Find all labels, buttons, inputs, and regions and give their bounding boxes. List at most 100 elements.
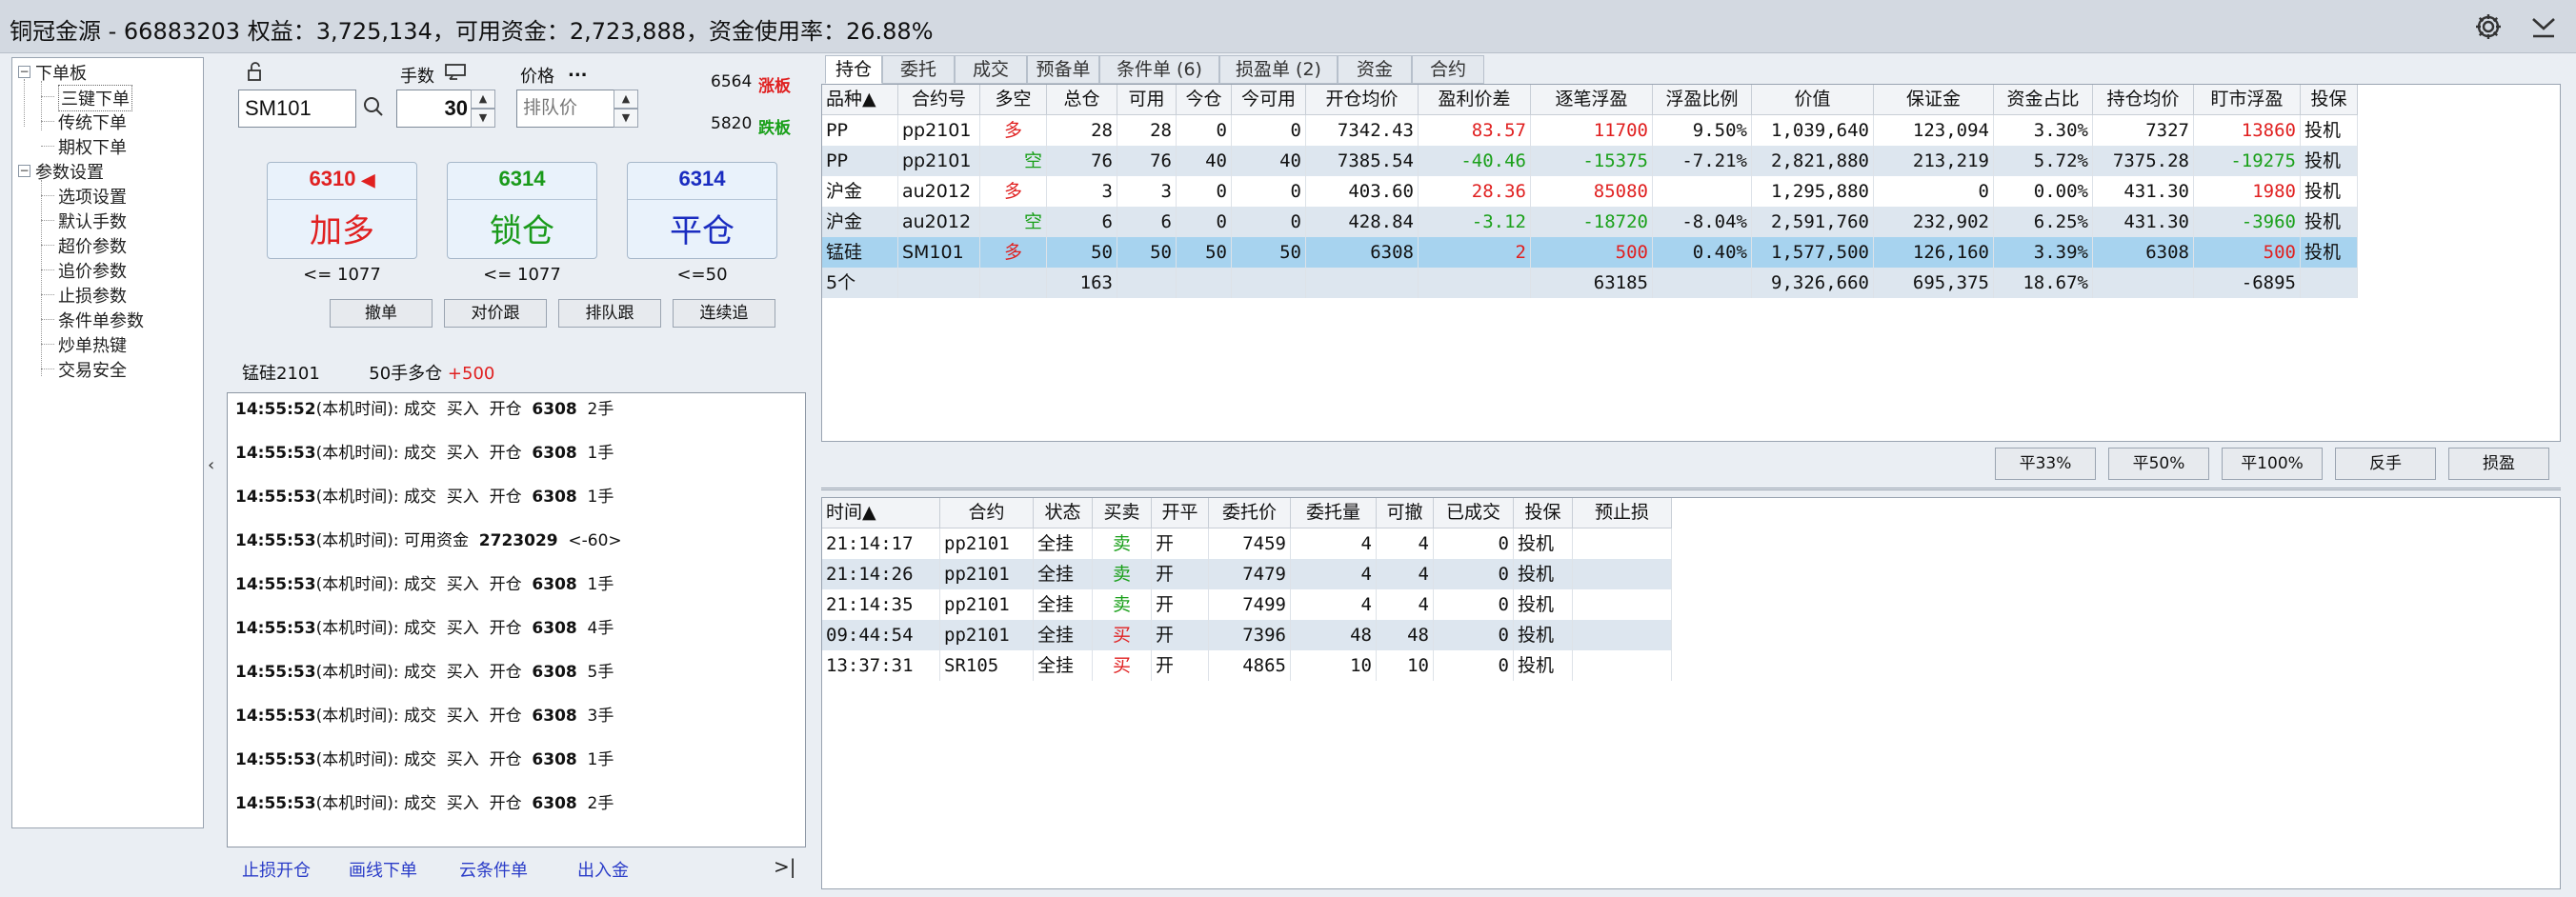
column-header[interactable]: 合约号 (898, 85, 980, 115)
table-cell: 28 (1117, 115, 1177, 146)
column-header[interactable]: 品种▲ (822, 85, 898, 115)
log-time: 14:55:53 (235, 794, 316, 813)
reset-qty-icon[interactable] (444, 63, 469, 82)
queue-follow-button[interactable]: 排队跟 (558, 299, 661, 328)
column-header[interactable]: 买卖 (1093, 498, 1152, 528)
column-header[interactable]: 已成交 (1434, 498, 1514, 528)
qty-up-button[interactable]: ▲ (471, 90, 495, 109)
cloud-conditional-link[interactable]: 云条件单 (459, 857, 528, 882)
column-header[interactable]: 投保 (1514, 498, 1573, 528)
unlock-icon[interactable] (246, 61, 267, 82)
close-position-button[interactable]: 6314 平仓 (627, 162, 777, 259)
column-header[interactable]: 可用 (1117, 85, 1177, 115)
symbol-input[interactable]: SM101 (238, 90, 356, 128)
search-icon[interactable] (362, 95, 387, 120)
take-profit-stop-loss-button[interactable]: 损盈 (2448, 448, 2549, 480)
table-cell: 50 (1117, 237, 1177, 268)
tree-item-default-qty[interactable]: 默认手数 (58, 209, 127, 233)
close-33-button[interactable]: 平33% (1995, 448, 2096, 480)
tree-item-options[interactable]: 期权下单 (58, 134, 127, 159)
table-cell: 0 (1434, 528, 1514, 559)
column-header[interactable]: 价值 (1752, 85, 1874, 115)
table-cell: 500 (1531, 237, 1653, 268)
lock-position-button[interactable]: 6314 锁仓 (447, 162, 597, 259)
qty-input[interactable]: 30 (396, 90, 476, 128)
tab-6[interactable]: 资金 (1338, 55, 1412, 84)
table-cell: 全挂 (1034, 528, 1093, 559)
qty-down-button[interactable]: ▼ (471, 109, 495, 128)
tree-item-security[interactable]: 交易安全 (58, 357, 127, 382)
tree-item-over-price[interactable]: 超价参数 (58, 233, 127, 258)
tree-item-traditional[interactable]: 传统下单 (58, 110, 127, 134)
tree-item-chase-price[interactable]: 追价参数 (58, 258, 127, 283)
line-order-link[interactable]: 画线下单 (349, 857, 417, 882)
tab-7[interactable]: 合约 (1412, 55, 1484, 84)
column-header[interactable]: 盈利价差 (1419, 85, 1531, 115)
table-cell: 0.40% (1653, 237, 1752, 268)
column-header[interactable]: 浮盈比例 (1653, 85, 1752, 115)
tab-1[interactable]: 委托 (882, 55, 955, 84)
column-header[interactable]: 可撤 (1377, 498, 1434, 528)
table-cell: 4 (1377, 528, 1434, 559)
column-header[interactable]: 投保 (2301, 85, 2358, 115)
tab-2[interactable]: 成交 (955, 55, 1027, 84)
tab-5[interactable]: 损盈单 (2) (1219, 55, 1338, 84)
collapse-toggle-icon[interactable]: − (18, 66, 30, 78)
tree-item-options-setting[interactable]: 选项设置 (58, 184, 127, 209)
collapse-left-icon[interactable]: ‹ (208, 455, 214, 475)
table-cell: -6895 (2194, 268, 2301, 298)
buy-long-button[interactable]: 6310 ◀ 加多 (267, 162, 417, 259)
continuous-chase-button[interactable]: 连续追 (673, 299, 775, 328)
gear-icon[interactable] (2473, 11, 2504, 42)
log-price: 6308 (532, 794, 577, 813)
column-header[interactable]: 逐笔浮盈 (1531, 85, 1653, 115)
column-header[interactable]: 多空 (980, 85, 1047, 115)
tree-group-order-board[interactable]: 下单板 (35, 60, 87, 85)
column-header[interactable]: 今仓 (1177, 85, 1232, 115)
column-header[interactable]: 盯市浮盈 (2194, 85, 2301, 115)
column-header[interactable]: 预止损 (1573, 498, 1672, 528)
scroll-end-icon[interactable]: >| (774, 855, 796, 878)
tree-item-conditional[interactable]: 条件单参数 (58, 308, 144, 332)
divider (821, 488, 2561, 490)
column-header[interactable]: 时间▲ (822, 498, 940, 528)
table-cell: au2012 (898, 207, 980, 237)
column-header[interactable]: 合约 (940, 498, 1034, 528)
column-header[interactable]: 今可用 (1232, 85, 1306, 115)
tree-item-three-key[interactable]: 三键下单 (58, 85, 132, 111)
collapse-toggle-icon[interactable]: − (18, 165, 30, 177)
tree-item-hotkeys[interactable]: 炒单热键 (58, 332, 127, 357)
counter-follow-button[interactable]: 对价跟 (444, 299, 547, 328)
column-header[interactable]: 保证金 (1874, 85, 1994, 115)
log-price: 6308 (532, 400, 577, 419)
column-header[interactable]: 委托价 (1209, 498, 1291, 528)
column-header[interactable]: 委托量 (1291, 498, 1377, 528)
table-cell: 21:14:17 (822, 528, 940, 559)
tab-4[interactable]: 条件单 (6) (1099, 55, 1219, 84)
collapse-icon[interactable] (2528, 11, 2559, 42)
tab-0[interactable]: 持仓 (825, 55, 882, 84)
column-header[interactable]: 开平 (1152, 498, 1209, 528)
log-qty: 1手 (587, 575, 614, 594)
stop-loss-open-link[interactable]: 止损开仓 (242, 857, 311, 882)
column-header[interactable]: 资金占比 (1994, 85, 2093, 115)
close-50-button[interactable]: 平50% (2108, 448, 2209, 480)
column-header[interactable]: 总仓 (1047, 85, 1117, 115)
tree-group-params[interactable]: 参数设置 (35, 159, 104, 184)
transfer-funds-link[interactable]: 出入金 (577, 857, 629, 882)
reverse-button[interactable]: 反手 (2335, 448, 2436, 480)
close-100-button[interactable]: 平100% (2222, 448, 2323, 480)
table-cell: 投机 (1514, 589, 1573, 620)
price-more-button[interactable]: ... (568, 61, 588, 81)
tab-3[interactable]: 预备单 (1027, 55, 1099, 84)
table-cell: 6.25% (1994, 207, 2093, 237)
price-up-button[interactable]: ▲ (614, 90, 638, 109)
column-header[interactable]: 持仓均价 (2093, 85, 2194, 115)
tree-item-stop-loss[interactable]: 止损参数 (58, 283, 127, 308)
price-input[interactable]: 排队价 (516, 90, 615, 128)
cancel-order-button[interactable]: 撤单 (330, 299, 433, 328)
price-down-button[interactable]: ▼ (614, 109, 638, 128)
table-cell: 4 (1377, 559, 1434, 589)
column-header[interactable]: 开仓均价 (1306, 85, 1419, 115)
column-header[interactable]: 状态 (1034, 498, 1093, 528)
